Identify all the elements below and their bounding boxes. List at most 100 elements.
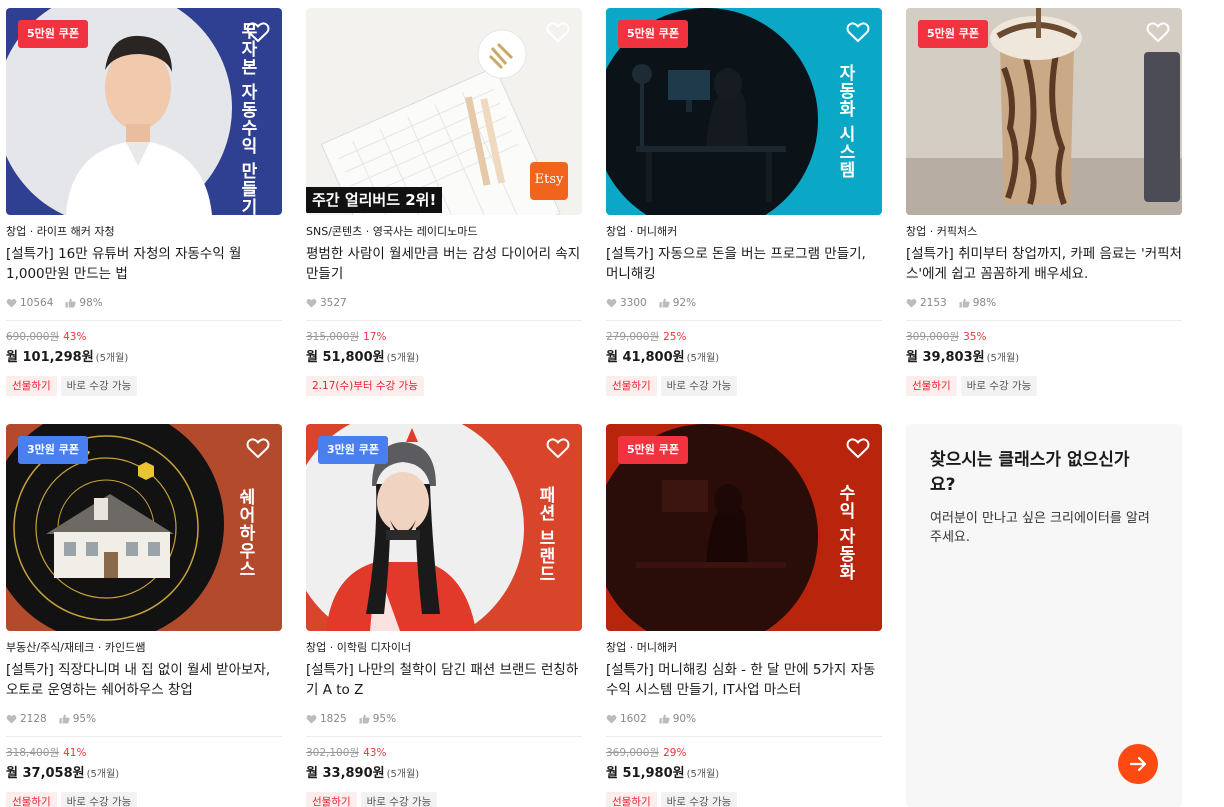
discount-rate: 35% bbox=[963, 331, 987, 343]
request-creator-card[interactable]: 찾으시는 클래스가 없으신가요? 여러분이 만나고 싶은 크리에이터를 알려주세… bbox=[906, 424, 1182, 807]
discount-rate: 43% bbox=[363, 747, 387, 759]
monthly-price: 월 51,980원 bbox=[606, 766, 685, 781]
arrow-right-icon bbox=[1129, 756, 1147, 772]
class-card[interactable]: 5만원 쿠폰 자동화 시스템 창업 · 머니해커 [설특가] 자동으로 돈을 버… bbox=[606, 8, 882, 396]
coupon-badge: 3만원 쿠폰 bbox=[18, 436, 88, 464]
class-card[interactable]: 5만원 쿠폰 수익 자동화 창업 · 머니해커 [설특가] 머니해킹 심화 - … bbox=[606, 424, 882, 807]
class-thumbnail[interactable]: 주간 얼리버드 2위! Etsy bbox=[306, 8, 582, 215]
rating: 92% bbox=[672, 297, 697, 309]
rating: 95% bbox=[72, 713, 97, 725]
heart-small-icon bbox=[606, 715, 617, 724]
original-price: 279,000원 bbox=[606, 331, 660, 343]
class-stats: 1602 90% bbox=[606, 711, 882, 727]
divider bbox=[306, 736, 582, 737]
discount-rate: 43% bbox=[63, 331, 87, 343]
class-stats: 1825 95% bbox=[306, 711, 582, 727]
class-category: SNS/콘텐츠 · 영국사는 레이디노마드 bbox=[306, 225, 478, 238]
coupon-badge: 5만원 쿠폰 bbox=[618, 20, 688, 48]
gift-tag: 선물하기 bbox=[6, 792, 57, 807]
class-thumbnail[interactable]: 5만원 쿠폰 수익 자동화 bbox=[606, 424, 882, 631]
heart-small-icon bbox=[306, 715, 317, 724]
heart-small-icon bbox=[906, 299, 917, 308]
heart-small-icon bbox=[6, 715, 17, 724]
discount-rate: 17% bbox=[363, 331, 387, 343]
original-price: 302,100원 bbox=[306, 747, 360, 759]
gift-tag: 선물하기 bbox=[606, 792, 657, 807]
class-thumbnail[interactable]: 5만원 쿠폰 bbox=[906, 8, 1182, 215]
class-card[interactable]: 3만원 쿠폰 패션 브랜드 창업 · 이학림 디자이너 [설특가] 나만의 철학… bbox=[306, 424, 582, 807]
class-card[interactable]: 주간 얼리버드 2위! Etsy SNS/콘텐츠 · 영국사는 레이디노마드 평… bbox=[306, 8, 582, 396]
heart-icon[interactable] bbox=[846, 437, 870, 459]
divider bbox=[906, 320, 1182, 321]
class-thumbnail[interactable]: 3만원 쿠폰 쉐어하우스 bbox=[6, 424, 282, 631]
class-title[interactable]: [설특가] 16만 유튜버 자청의 자동수익 월 1,000만원 만드는 법 bbox=[6, 244, 282, 284]
monthly-price: 월 37,058원 bbox=[6, 766, 85, 781]
class-thumbnail[interactable]: 5만원 쿠폰 자동화 시스템 bbox=[606, 8, 882, 215]
thumbs-up-icon bbox=[659, 714, 670, 724]
like-count: 2153 bbox=[920, 297, 947, 309]
gift-tag: 선물하기 bbox=[906, 376, 957, 396]
class-title[interactable]: [설특가] 직장다니며 내 집 없이 월세 받아보자, 오토로 운영하는 쉐어하… bbox=[6, 660, 282, 700]
gift-tag: 선물하기 bbox=[606, 376, 657, 396]
class-card[interactable]: 5만원 쿠폰 무자본 자동수익 만들기 창업 · 라이프 해커 자청 [설특가]… bbox=[6, 8, 282, 396]
class-stats: 10564 98% bbox=[6, 295, 282, 311]
original-price: 369,000원 bbox=[606, 747, 660, 759]
class-card[interactable]: 5만원 쿠폰 창업 · 커픽처스 [설특가] 취미부터 창업까지, 카페 음료는… bbox=[906, 8, 1182, 396]
heart-icon[interactable] bbox=[846, 21, 870, 43]
heart-icon[interactable] bbox=[246, 437, 270, 459]
class-title[interactable]: [설특가] 머니해킹 심화 - 한 달 만에 5가지 자동 수익 시스템 만들기… bbox=[606, 660, 882, 700]
like-count: 3527 bbox=[320, 297, 347, 309]
original-price: 318,400원 bbox=[6, 747, 60, 759]
class-card[interactable]: 3만원 쿠폰 쉐어하우스 부동산/주식/재테크 · 카인드쌤 [설특가] 직장다… bbox=[6, 424, 282, 807]
class-thumbnail[interactable]: 5만원 쿠폰 무자본 자동수익 만들기 bbox=[6, 8, 282, 215]
class-category: 창업 · 커픽처스 bbox=[906, 225, 978, 238]
class-category: 창업 · 이학림 디자이너 bbox=[306, 641, 412, 654]
thumbs-up-icon bbox=[65, 298, 76, 308]
heart-small-icon bbox=[306, 299, 317, 308]
class-stats: 3527 bbox=[306, 295, 582, 311]
like-count: 10564 bbox=[20, 297, 54, 309]
rating: 98% bbox=[79, 297, 103, 309]
discount-rate: 25% bbox=[663, 331, 687, 343]
like-count: 1602 bbox=[620, 713, 647, 725]
monthly-price: 월 51,800원 bbox=[306, 350, 385, 365]
promo-description: 여러분이 만나고 싶은 크리에이터를 알려주세요. bbox=[930, 511, 1150, 545]
thumbnail-overlay-text: 수익 자동화 bbox=[835, 484, 855, 581]
monthly-price: 월 39,803원 bbox=[906, 350, 985, 365]
heart-icon[interactable] bbox=[1146, 21, 1170, 43]
like-count: 1825 bbox=[320, 713, 347, 725]
divider bbox=[606, 736, 882, 737]
original-price: 309,000원 bbox=[906, 331, 960, 343]
class-title[interactable]: [설특가] 자동으로 돈을 버는 프로그램 만들기, 머니해킹 bbox=[606, 244, 882, 284]
installment-months: (5개월) bbox=[686, 769, 720, 780]
available-tag: 바로 수강 가능 bbox=[60, 376, 138, 396]
original-price: 315,000원 bbox=[306, 331, 360, 343]
class-title[interactable]: [설특가] 취미부터 창업까지, 카페 음료는 '커픽처스'에게 쉽고 꼼꼼하게… bbox=[906, 244, 1182, 284]
thumbs-up-icon bbox=[659, 298, 670, 308]
rating: 90% bbox=[672, 713, 697, 725]
class-category: 창업 · 머니해커 bbox=[606, 641, 678, 654]
installment-months: (5개월) bbox=[86, 769, 120, 780]
thumbnail-overlay-text: 쉐어하우스 bbox=[235, 488, 255, 578]
available-tag: 바로 수강 가능 bbox=[660, 792, 738, 807]
installment-months: (5개월) bbox=[386, 769, 420, 780]
thumbnail-overlay-text: 자동화 시스템 bbox=[835, 64, 855, 179]
promo-title: 찾으시는 클래스가 없으신가요? bbox=[930, 450, 1130, 495]
class-thumbnail[interactable]: 3만원 쿠폰 패션 브랜드 bbox=[306, 424, 582, 631]
coupon-badge: 5만원 쿠폰 bbox=[918, 20, 988, 48]
schedule-tag: 2.17(수)부터 수강 가능 bbox=[306, 376, 424, 396]
class-stats: 2153 98% bbox=[906, 295, 1182, 311]
divider bbox=[606, 320, 882, 321]
available-tag: 바로 수강 가능 bbox=[360, 792, 438, 807]
heart-icon[interactable] bbox=[546, 437, 570, 459]
heart-icon[interactable] bbox=[246, 21, 270, 43]
etsy-logo: Etsy bbox=[534, 172, 564, 187]
heart-icon[interactable] bbox=[546, 21, 570, 43]
class-title[interactable]: 평범한 사람이 월세만큼 버는 감성 다이어리 속지 만들기 bbox=[306, 244, 582, 284]
thumbnail-overlay-text: 패션 브랜드 bbox=[535, 486, 555, 583]
request-creator-button[interactable] bbox=[1118, 744, 1158, 784]
divider bbox=[306, 320, 582, 321]
installment-months: (5개월) bbox=[95, 353, 129, 364]
class-title[interactable]: [설특가] 나만의 철학이 담긴 패션 브랜드 런칭하기 A to Z bbox=[306, 660, 582, 700]
like-count: 2128 bbox=[20, 713, 47, 725]
